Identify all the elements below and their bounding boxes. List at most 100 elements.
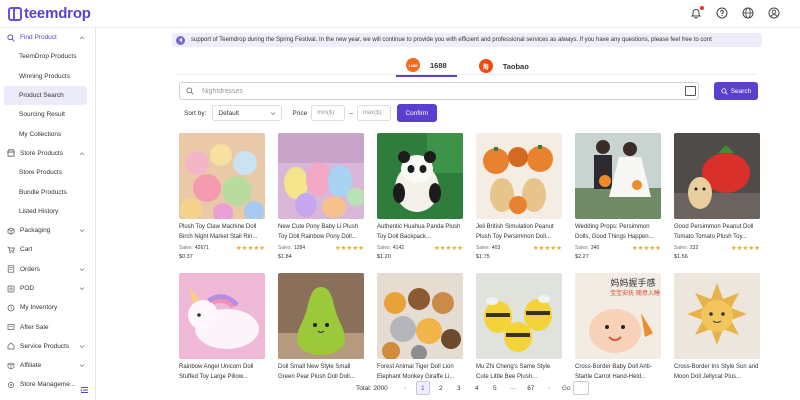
1688-logo-icon: 1688 [406, 58, 420, 72]
page-button-5[interactable]: 5 [488, 381, 502, 395]
page-button-67[interactable]: 67 [524, 381, 538, 395]
sidebar-group-cart[interactable]: Cart [0, 240, 95, 259]
sidebar-group-my-inventory[interactable]: My Inventory [0, 298, 95, 317]
sidebar-group-packaging[interactable]: Packaging [0, 221, 95, 240]
sidebar-item-winning-products[interactable]: Winning Products [0, 67, 95, 86]
product-card[interactable]: Authentic Huahua Panda Plush Toy Doll Ba… [377, 133, 463, 260]
store-manage-icon [7, 381, 15, 389]
sort-value: Default [218, 109, 240, 117]
prev-page-button[interactable]: ‹ [398, 381, 412, 395]
sales-count: 340 [590, 245, 600, 251]
product-title[interactable]: Cross-Border Baby Doll Anti-Startle Carr… [575, 363, 661, 382]
product-image[interactable] [179, 273, 265, 359]
sidebar-group-orders[interactable]: Orders [0, 260, 95, 279]
sidebar-group-affiliate[interactable]: Affiliate [0, 356, 95, 375]
sidebar-item-listed-history[interactable]: Listed History [0, 202, 95, 221]
sidebar-item-teemdrop-products[interactable]: TeemDrop Products [0, 47, 95, 66]
tab-label: 1688 [430, 60, 447, 70]
rating-stars: ★★★★★ [235, 245, 265, 252]
product-image[interactable] [179, 133, 265, 219]
page-button-4[interactable]: 4 [470, 381, 484, 395]
sidebar-item-bundle-products[interactable]: Bundle Products [0, 182, 95, 201]
product-card[interactable]: Rainbow Angel Unicorn Doll Stuffed Toy L… [179, 273, 265, 382]
product-card[interactable]: Doll Small New Style Small Green Pear Pl… [278, 273, 364, 382]
product-title[interactable]: Rainbow Angel Unicorn Doll Stuffed Toy L… [179, 363, 265, 382]
page-button-3[interactable]: 3 [452, 381, 466, 395]
product-image[interactable] [377, 273, 463, 359]
goto-page-input[interactable] [573, 381, 590, 395]
sidebar-group-label: Cart [20, 246, 33, 254]
page-ellipsis[interactable]: ··· [506, 381, 520, 395]
sidebar-group-find-product[interactable]: Find Product [0, 28, 95, 47]
chevron-down-icon [79, 364, 85, 368]
product-title[interactable]: Doll Small New Style Small Green Pear Pl… [278, 363, 364, 382]
product-price: $1.84 [278, 254, 292, 260]
search-input[interactable] [202, 87, 682, 95]
product-image[interactable] [674, 273, 760, 359]
page-button-1[interactable]: 1 [415, 381, 430, 395]
product-card[interactable]: Cross-Border Ins Style Sun and Moon Doll… [674, 273, 760, 382]
product-card[interactable]: Mu Zhi Cheng's Same Style Cute Little Be… [476, 273, 562, 382]
sidebar-item-product-search[interactable]: Product Search [4, 85, 87, 106]
product-title[interactable]: Forest Animal Tiger Doll Lion Elephant M… [377, 363, 463, 382]
product-card[interactable]: Good Persimmon Peanut Doll Tomato Tomato… [674, 133, 760, 260]
product-price: $1.20 [377, 254, 391, 260]
product-title[interactable]: Good Persimmon Peanut Doll Tomato Tomato… [674, 223, 760, 242]
product-title[interactable]: Mu Zhi Cheng's Same Style Cute Little Be… [476, 363, 562, 382]
min-price-input[interactable] [311, 105, 346, 121]
product-title[interactable]: Cross-Border Ins Style Sun and Moon Doll… [674, 363, 760, 382]
sidebar: Find Product TeemDrop Products Winning P… [0, 28, 96, 400]
sort-select[interactable]: Default [212, 105, 283, 121]
notification-dot [700, 6, 704, 10]
product-image[interactable] [278, 273, 364, 359]
box-icon [7, 227, 15, 235]
search-button[interactable]: Search [714, 82, 758, 100]
product-image[interactable] [476, 133, 562, 219]
product-card[interactable]: Jeli British Simulation Peanut Plush Toy… [476, 133, 562, 260]
collapse-sidebar-icon[interactable] [80, 386, 89, 394]
logo[interactable]: teemdrop [8, 5, 91, 22]
image-search-icon[interactable] [685, 86, 696, 96]
sidebar-group-after-sale[interactable]: After Sale [0, 317, 95, 336]
product-title[interactable]: Jeli British Simulation Peanut Plush Toy… [476, 223, 562, 242]
next-page-button[interactable]: › [542, 381, 556, 395]
product-image[interactable] [674, 133, 760, 219]
product-card[interactable]: 妈妈握手感 宝宝安抚 随意入睡 Cross-Border Baby Doll An… [575, 273, 661, 382]
sidebar-group-label: Affiliate [20, 362, 42, 370]
product-card[interactable]: Wedding Props: Persimmon Dolls, Good Thi… [575, 133, 661, 260]
product-title[interactable]: Plush Toy Claw Machine Doll Birch Night … [179, 223, 265, 242]
product-image[interactable] [575, 133, 661, 219]
sidebar-group-label: Find Product [20, 34, 57, 42]
rating-stars: ★★★★★ [334, 245, 364, 252]
sidebar-item-sourcing-result[interactable]: Sourcing Result [0, 105, 95, 124]
sidebar-group-pod[interactable]: POD [0, 279, 95, 298]
product-image[interactable]: 妈妈握手感 宝宝安抚 随意入睡 [575, 273, 661, 359]
tab-label: Taobao [502, 61, 529, 71]
product-card[interactable]: Plush Toy Claw Machine Doll Birch Night … [179, 133, 265, 260]
orders-icon [7, 265, 15, 273]
confirm-button[interactable]: Confirm [396, 104, 437, 122]
max-price-input[interactable] [356, 105, 391, 121]
sidebar-group-store-products[interactable]: Store Products [0, 144, 95, 163]
chevron-down-icon [79, 229, 85, 233]
user-icon[interactable] [768, 7, 780, 19]
product-image[interactable] [377, 133, 463, 219]
product-card[interactable]: Forest Animal Tiger Doll Lion Elephant M… [377, 273, 463, 382]
sidebar-item-store-products[interactable]: Store Products [0, 163, 95, 182]
product-image[interactable] [476, 273, 562, 359]
bell-icon[interactable] [690, 6, 704, 19]
sidebar-group-service-products[interactable]: Service Products [0, 337, 95, 356]
price-dash: – [349, 109, 353, 117]
product-card[interactable]: New Cute Pony Baby Li Plush Toy Doll Rai… [278, 133, 364, 260]
product-title[interactable]: New Cute Pony Baby Li Plush Toy Doll Rai… [278, 223, 364, 242]
chevron-up-icon [79, 36, 85, 40]
pagination: Total: 2000 ‹ 1 2 3 4 5 ··· 67 › Go [356, 381, 590, 395]
page-button-2[interactable]: 2 [434, 381, 448, 395]
affiliate-icon [7, 362, 15, 370]
globe-icon[interactable] [742, 7, 754, 19]
help-icon[interactable] [716, 7, 728, 19]
product-title[interactable]: Wedding Props: Persimmon Dolls, Good Thi… [575, 223, 661, 242]
sidebar-item-my-collections[interactable]: My Collections [0, 124, 95, 143]
product-title[interactable]: Authentic Huahua Panda Plush Toy Doll Ba… [377, 223, 463, 242]
product-image[interactable] [278, 133, 364, 219]
